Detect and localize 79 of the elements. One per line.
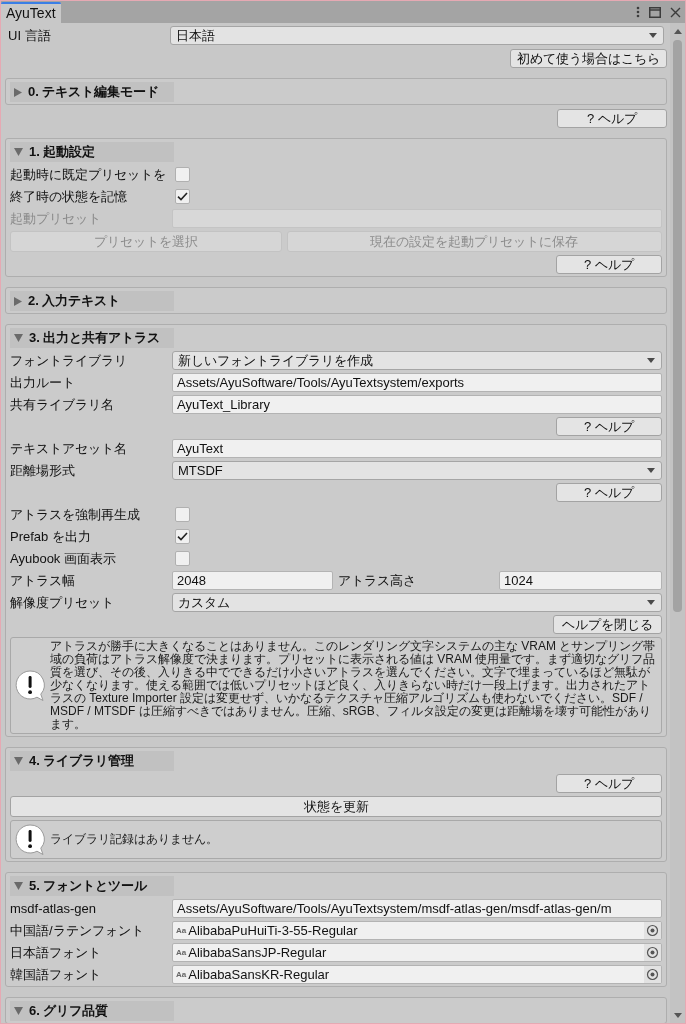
target-icon[interactable] [644,922,661,939]
target-icon[interactable] [644,966,661,983]
font-asset-icon: Aa [176,947,187,958]
help-button[interactable]: ? ヘルプ [556,417,662,436]
disclosure-triangle-icon[interactable] [14,757,23,765]
dropdown[interactable]: 日本語 [170,26,664,45]
maximize-icon[interactable] [649,6,661,18]
field-label: 起動時に既定プリセットを [10,165,167,184]
field-label: 解像度プリセット [10,593,115,612]
disclosure-triangle-icon[interactable] [14,87,22,97]
caret-icon [647,358,655,363]
field-label: 韓国語フォント [10,965,102,984]
foldout-header[interactable]: 4. ライブラリ管理 [10,751,174,771]
field-label: 共有ライブラリ名 [10,395,115,414]
help-button[interactable]: ? ヘルプ [556,255,662,274]
checkbox[interactable] [175,551,190,566]
warning-icon [14,669,47,702]
text-field[interactable]: 1024 [499,571,662,590]
font-asset-icon: Aa [176,925,187,936]
refresh-button[interactable]: 状態を更新 [10,796,662,817]
dropdown[interactable]: カスタム [172,593,662,612]
checkmark-icon [177,532,188,541]
field-label: フォントライブラリ [10,351,128,370]
field-label: 出力ルート [10,373,76,392]
checkbox[interactable] [175,167,190,182]
checkbox[interactable] [175,189,190,204]
text-field[interactable]: Assets/AyuSoftware/Tools/AyuTextsystem/msdf-atlas-gen/msdf-atlas-gen/m [172,899,662,918]
field-label: Prefab を出力 [10,527,92,546]
disclosure-triangle-icon[interactable] [14,296,22,306]
text-field[interactable]: Assets/AyuSoftware/Tools/AyuTextsystem/exports [172,373,662,392]
field-label: アトラス高さ [337,571,417,590]
scrollbar-thumb[interactable] [673,40,682,612]
field-label: 中国語/ラテンフォント [10,921,145,940]
field-label: msdf-atlas-gen [10,899,97,918]
disclosure-triangle-icon[interactable] [14,882,23,890]
disclosure-triangle-icon[interactable] [14,148,23,156]
warning-icon [14,823,47,856]
field-label: 距離場形式 [10,461,76,480]
dropdown[interactable]: MTSDF [172,461,662,480]
foldout-header[interactable]: 2. 入力テキスト [10,291,174,311]
first-use-button[interactable]: 初めて使う場合はこちら [510,49,667,68]
foldout-header[interactable]: 0. テキスト編集モード [10,82,174,102]
field-label: 日本語フォント [10,943,102,962]
foldout-header[interactable]: 3. 出力と共有アトラス [10,328,174,348]
scroll-up-arrow-icon[interactable] [673,29,682,34]
field-label: UI 言語 [7,26,52,45]
field-label: アトラス幅 [10,571,76,590]
font-asset-icon: Aa [176,969,187,980]
scroll-down-arrow-icon[interactable] [673,1013,682,1018]
caret-icon [647,468,655,473]
message-text: アトラスが勝手に大きくなることはありません。このレンダリング文字システムの主な VRAM とサンプリング帯域の負荷はアトラス解像度で決まります。プリセットに表示される値は VRAM 使用量です。まず適切なグリフ品質を選び、その後、入りきる中でできるだけ小さいアトラスを選んでください。文字で埋まっているほど無駄が少なくなります。使える範囲では低いプリセットほど良く、入りきらない時だけ一段上げます。出力されたアトラスの Texture Importer 設定は変更せず、いかなるテクスチャ圧縮アルゴリズムも使わないでください。SDF / MSDF / MTSDF は圧縮すべきではありません。圧縮、sRGB、フィルタ設定の変更は距離場を壊す可能性があります。 [50,640,657,731]
help-button[interactable]: ヘルプを閉じる [553,615,662,634]
target-icon[interactable] [644,944,661,961]
caret-icon [649,33,657,38]
text-field[interactable]: AyuText [172,439,662,458]
help-button[interactable]: ? ヘルプ [557,109,667,128]
checkbox[interactable] [175,529,190,544]
help-button[interactable]: ? ヘルプ [556,483,662,502]
more-options-icon[interactable] [636,6,640,18]
field-label: テキストアセット名 [10,439,128,458]
close-icon[interactable] [670,6,681,18]
field-label: Ayubook 画面表示 [10,549,117,568]
text-field[interactable]: AyuText_Library [172,395,662,414]
checkmark-icon [177,192,188,201]
caret-icon [647,600,655,605]
message-text: ライブラリ記録はありません。 [50,833,219,846]
field-label: 終了時の状態を記憶 [10,187,128,206]
text-field[interactable]: 2048 [172,571,333,590]
checkbox[interactable] [175,507,190,522]
foldout-header[interactable]: 1. 起動設定 [10,142,174,162]
field-label: アトラスを強制再生成 [10,505,141,524]
foldout-header[interactable]: 5. フォントとツール [10,876,174,896]
foldout-header[interactable]: 6. グリフ品質 [10,1001,174,1021]
help-button[interactable]: ? ヘルプ [556,774,662,793]
dropdown[interactable]: 新しいフォントライブラリを作成 [172,351,662,370]
window-tab[interactable]: AyuText [1,2,61,23]
scrollbar-track[interactable] [670,23,685,1023]
disclosure-triangle-icon[interactable] [14,334,23,342]
disclosure-triangle-icon[interactable] [14,1007,23,1015]
